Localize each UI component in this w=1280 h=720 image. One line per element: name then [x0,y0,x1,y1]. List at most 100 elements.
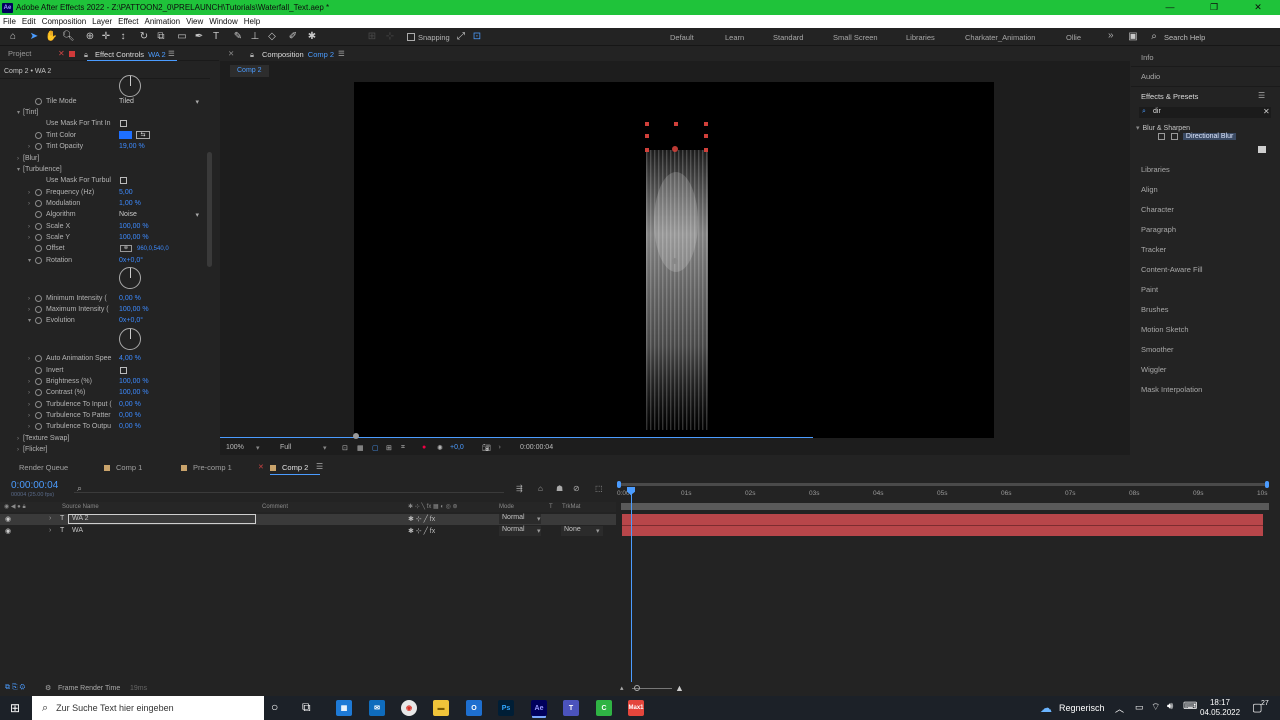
draft-3d-icon[interactable]: ⌂ [538,484,543,493]
workspace-libraries[interactable]: Libraries [906,33,935,42]
panel-character[interactable]: Character [1141,205,1174,214]
use-mask-tint-checkbox[interactable] [120,120,127,127]
effects-search-input[interactable]: ⌕ dir ✕ [1139,107,1271,118]
expand-chevron-icon[interactable]: ▾ [17,166,20,173]
snap-grid-icon[interactable]: ⊡ [471,31,483,43]
ec-group-flicker[interactable]: › [Flicker] [0,444,205,455]
tab-render-queue[interactable]: Render Queue [19,463,68,472]
tile-mode-dropdown[interactable]: Tiled [119,98,199,106]
bounding-handle[interactable] [704,122,708,126]
panel-paragraph[interactable]: Paragraph [1141,225,1176,234]
type-tool-icon[interactable]: T [210,31,222,43]
resolution-dropdown[interactable]: Full [280,444,291,451]
workspace-default[interactable]: Default [670,33,694,42]
turbulence-to-output-value[interactable]: 0,00 % [119,423,141,430]
footer-options-icon[interactable]: ⚙ [45,684,51,692]
scale-x-value[interactable]: 100,00 % [119,223,149,230]
clear-search-icon[interactable]: ✕ [1263,107,1270,116]
windows-start-icon[interactable]: ⊞ [10,701,20,715]
invert-checkbox[interactable] [120,367,127,374]
ec-group-blur[interactable]: › [Blur] [0,153,205,164]
bounding-handle[interactable] [704,148,708,152]
home-icon[interactable]: ⌂ [7,31,19,43]
workspace-charkater-animation[interactable]: Charkater_Animation [965,33,1035,42]
panel-content-aware-fill[interactable]: Content-Aware Fill [1141,265,1203,274]
selection-tool-icon[interactable]: ➤ [28,31,40,43]
local-axis-icon[interactable]: ⊹ [384,31,396,43]
tray-chevron-icon[interactable]: ︿ [1115,702,1124,715]
stopwatch-icon[interactable] [35,378,42,385]
tab-project[interactable]: Project [0,47,60,61]
panel-effects-presets[interactable]: Effects & Presets [1141,92,1198,101]
eye-icon[interactable]: ◉ [5,527,11,535]
stopwatch-icon[interactable] [35,98,42,105]
snapping-checkbox[interactable] [407,33,415,41]
evolution-value[interactable]: 0x+0,0° [119,317,143,324]
panel-align[interactable]: Align [1141,185,1158,194]
pan-camera-icon[interactable]: ✛ [100,31,112,43]
bounding-handle[interactable] [674,122,678,126]
mask-visibility-icon[interactable]: ▢ [372,444,379,452]
contrast-value[interactable]: 100,00 % [119,389,149,396]
snap-feather-icon[interactable]: ⤢ [455,31,467,43]
clock-date[interactable]: 04.05.2022 [1200,708,1240,717]
tint-opacity-value[interactable]: 19,00 % [119,143,145,150]
panel-menu-icon[interactable]: ☰ [316,462,323,471]
expand-chevron-icon[interactable]: ▾ [17,109,20,116]
clip-studio-icon[interactable]: C [596,700,612,716]
lock-icon[interactable]: 🔒︎ [250,50,254,60]
time-navigator[interactable] [617,483,1269,486]
expand-chevron-icon[interactable]: › [49,527,51,534]
expand-chevron-icon[interactable]: › [17,156,19,162]
graph-editor-icon[interactable]: ⬚ [595,484,603,493]
frame-blending-icon[interactable]: ⊘ [573,484,580,493]
panel-libraries[interactable]: Libraries [1141,165,1170,174]
layer-name[interactable]: WA [72,527,83,534]
rotation-value[interactable]: 0x+0,0° [119,257,143,264]
layer-mode-dropdown[interactable]: Normal [499,526,541,536]
layer-row[interactable]: ◉ › T WA 2 ✱ ⊹ ╱ fx Normal ▾ [0,514,616,525]
stopwatch-icon[interactable] [35,257,42,264]
pen-tool-icon[interactable]: ✒ [193,31,205,43]
wifi-icon[interactable]: ⌔ [1151,701,1160,714]
workspace-ollie[interactable]: Ollie [1066,33,1081,42]
file-explorer-icon[interactable]: ▬ [433,700,449,716]
layer-name[interactable]: WA 2 [68,514,256,524]
taskbar-search[interactable]: ⌕ Zur Suche Text hier eingeben [32,696,264,720]
frequency-value[interactable]: 5,00 [119,189,133,196]
search-help-input[interactable]: Search Help [1164,33,1205,42]
menu-view[interactable]: View [183,17,206,26]
timeline-current-time[interactable]: 0:00:00:04 [11,480,58,491]
cortana-icon[interactable]: ○ [271,700,278,714]
clock-time[interactable]: 18:17 [1200,698,1240,707]
network-icon[interactable]: ▭ [1135,702,1144,713]
menu-help[interactable]: Help [241,17,263,26]
rectangle-tool-icon[interactable]: ▭ [176,31,188,43]
close-icon[interactable]: ✕ [258,463,264,471]
layer-mode-dropdown[interactable]: Normal [499,514,541,524]
menu-composition[interactable]: Composition [39,17,89,26]
stopwatch-icon[interactable] [35,211,42,218]
bounding-handle[interactable] [645,134,649,138]
tab-composition[interactable]: Composition Comp 2 [262,50,334,59]
work-area-range[interactable] [621,503,1269,510]
panel-info[interactable]: Info [1141,53,1154,62]
panel-menu-icon[interactable]: ☰ [1258,91,1265,100]
auto-animation-speed-value[interactable]: 4,00 % [119,355,141,362]
eyedropper-icon[interactable]: ⇆ [136,131,150,139]
navigator-end-handle[interactable] [1265,481,1269,488]
effects-scrollbar[interactable] [207,152,212,267]
bounding-handle[interactable] [645,122,649,126]
panel-paint[interactable]: Paint [1141,285,1158,294]
workspace-small-screen[interactable]: Small Screen [833,33,878,42]
stopwatch-icon[interactable] [35,223,42,230]
stopwatch-icon[interactable] [35,423,42,430]
panel-wiggler[interactable]: Wiggler [1141,365,1166,374]
comp-flowchart-icon[interactable]: ⇶ [516,484,523,493]
workspace-overflow-icon[interactable]: » [1108,30,1114,41]
workspace-learn[interactable]: Learn [725,33,744,42]
teams-icon[interactable]: T [563,700,579,716]
panel-smoother[interactable]: Smoother [1141,345,1174,354]
close-icon[interactable]: ✕ [58,49,65,58]
pan-behind-icon[interactable]: ⧉ [155,31,167,43]
